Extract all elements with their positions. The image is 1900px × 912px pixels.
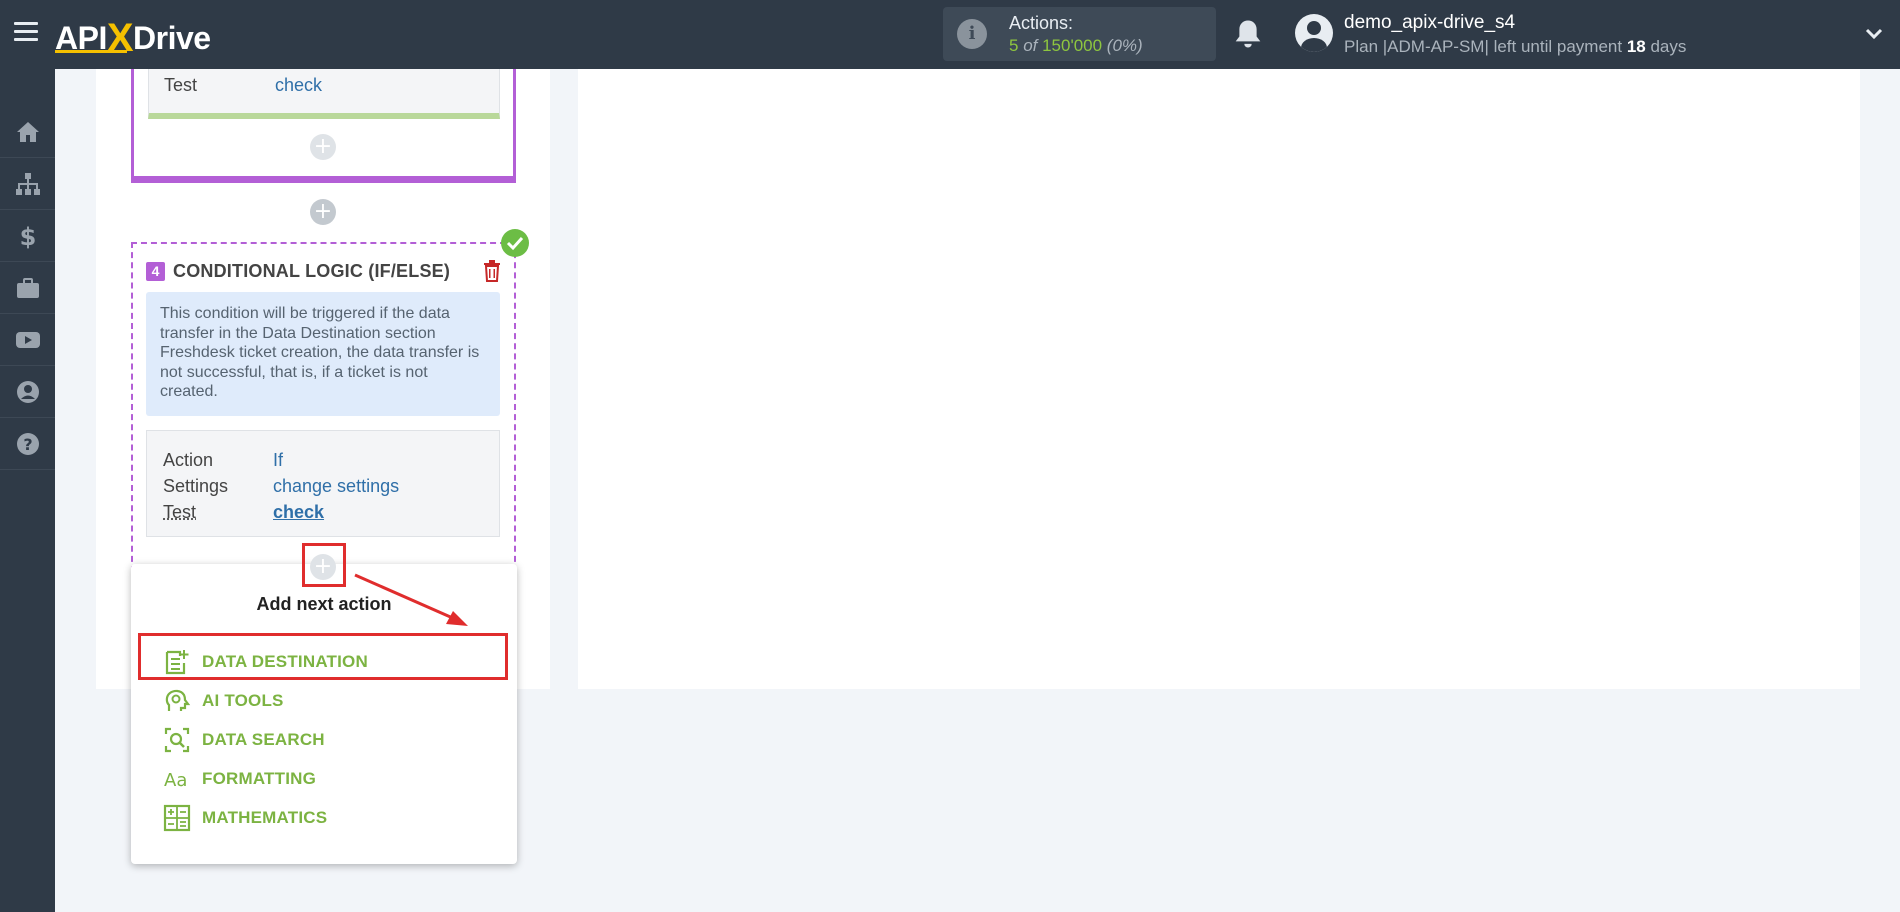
trash-icon[interactable] (483, 260, 501, 282)
menu-item-label: MATHEMATICS (202, 808, 328, 827)
sidebar-item-services[interactable] (0, 262, 55, 314)
highlight-frame-plus (302, 543, 346, 587)
dollar-icon: $ (19, 223, 36, 249)
sidebar-item-connections[interactable] (0, 158, 55, 210)
add-step-button[interactable]: + (310, 199, 336, 225)
check-link[interactable]: check (273, 502, 324, 523)
mathematics-icon (163, 804, 191, 832)
menu-item-label: DATA SEARCH (202, 730, 325, 749)
menu-item-data-search[interactable]: DATA SEARCH (163, 725, 325, 755)
info-icon: i (957, 19, 987, 49)
settings-panel (578, 69, 1860, 689)
svg-text:$: $ (19, 223, 36, 249)
youtube-icon (15, 331, 40, 348)
step-title: CONDITIONAL LOGIC (IF/ELSE) (173, 261, 451, 281)
logo[interactable]: APIXDrive (55, 14, 211, 60)
actions-of: of (1018, 36, 1043, 55)
menu-item-label: FORMATTING (202, 769, 317, 788)
help-icon: ? (16, 432, 39, 455)
add-next-action-menu: Add next action DATA DESTINATION AI TOOL… (131, 564, 517, 864)
prev-test-label: Test (164, 75, 198, 95)
menu-title: Add next action (256, 594, 392, 614)
formatting-icon: Aa (164, 770, 187, 791)
actions-counter[interactable]: i Actions: 5 of 150'000 (0%) (943, 7, 1216, 61)
conditional-settings: Action If Settings change settings Test … (146, 430, 500, 537)
data-search-icon (164, 727, 190, 753)
menu-item-label: AI TOOLS (202, 691, 284, 710)
menu-item-mathematics[interactable]: MATHEMATICS (163, 803, 327, 833)
menu-item-formatting[interactable]: Aa FORMATTING (163, 764, 316, 794)
settings-label: Settings (163, 476, 229, 496)
sidebar: $ ? (0, 69, 55, 912)
home-icon (16, 121, 39, 142)
previous-step-settings: Test check (148, 69, 500, 119)
actions-percent: (0%) (1102, 36, 1143, 55)
logo-text-drive: Drive (133, 20, 211, 56)
prev-test-link[interactable]: check (275, 75, 322, 96)
ai-tools-icon (165, 689, 191, 711)
plan-suffix: days (1645, 37, 1687, 56)
logo-underline (55, 50, 127, 53)
bell-icon[interactable] (1233, 18, 1263, 50)
previous-step-card: Test check (131, 69, 516, 183)
plan-info: Plan |ADM-AP-SM| left until payment 18 d… (1344, 37, 1686, 57)
chevron-down-icon[interactable] (1864, 24, 1884, 44)
action-link[interactable]: If (273, 450, 283, 471)
actions-total: 150'000 (1042, 36, 1103, 55)
user-circle-icon (16, 380, 39, 403)
top-bar: APIXDrive i Actions: 5 of 150'000 (0%) d… (0, 0, 1900, 69)
sidebar-item-account[interactable] (0, 366, 55, 418)
menu-icon[interactable] (14, 22, 38, 42)
step-number: 4 (146, 262, 165, 281)
sidebar-item-home[interactable] (0, 106, 55, 158)
username[interactable]: demo_apix-drive_s4 (1344, 12, 1515, 34)
sitemap-icon (15, 172, 40, 195)
menu-item-ai-tools[interactable]: AI TOOLS (163, 686, 284, 716)
logo-text-x: X (106, 16, 134, 60)
plan-days: 18 (1626, 37, 1646, 56)
svg-text:Aa: Aa (164, 770, 187, 791)
action-label: Action (163, 450, 214, 470)
condition-description: This condition will be triggered if the … (146, 292, 500, 416)
actions-label: Actions: (1009, 13, 1074, 33)
test-label: Test (163, 502, 197, 522)
check-icon (501, 229, 529, 257)
avatar-icon[interactable] (1295, 14, 1333, 52)
plan-prefix: Plan |ADM-AP-SM| left until payment (1344, 37, 1627, 56)
highlight-frame-data-destination (138, 633, 508, 680)
sidebar-item-video[interactable] (0, 314, 55, 366)
sidebar-item-help[interactable]: ? (0, 418, 55, 470)
change-settings-link[interactable]: change settings (273, 476, 399, 497)
sidebar-item-billing[interactable]: $ (0, 210, 55, 262)
add-inner-action-button[interactable]: + (310, 134, 336, 160)
briefcase-icon (16, 277, 39, 298)
actions-count: 5 of 150'000 (0%) (1009, 36, 1143, 56)
svg-text:?: ? (23, 435, 32, 454)
